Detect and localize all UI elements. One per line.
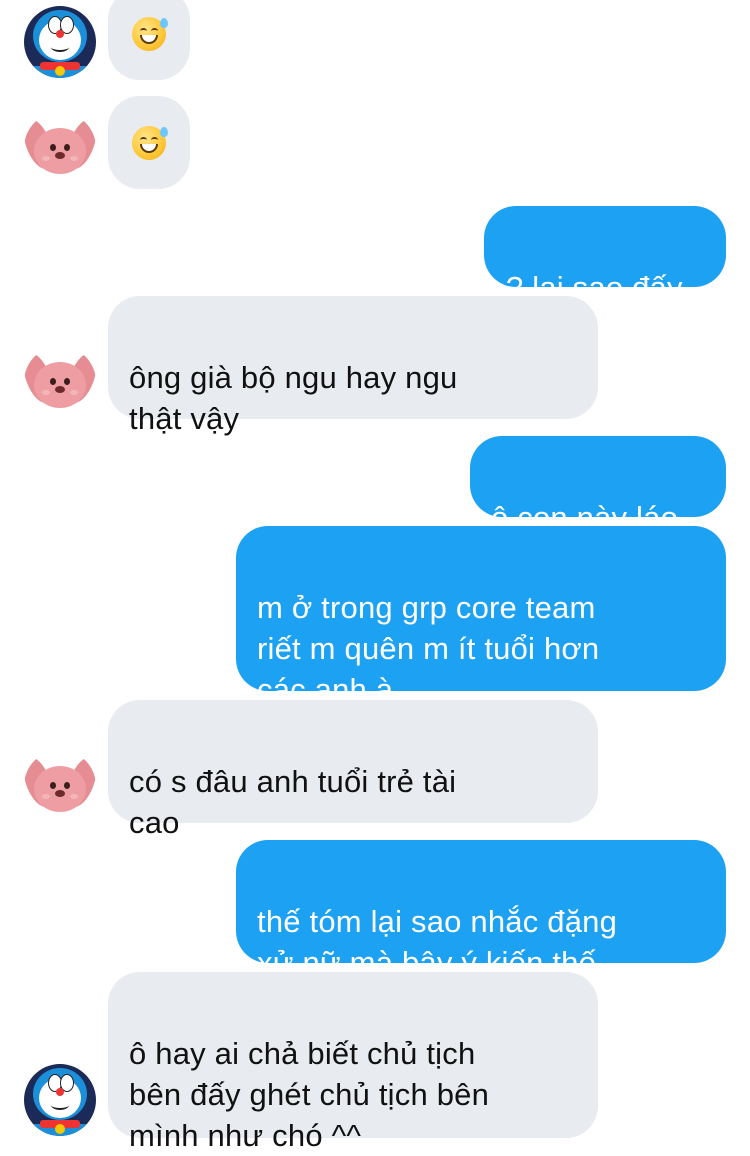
message-text: ông già bộ ngu hay ngu thật vậy <box>129 360 458 436</box>
message-text: ô hay ai chả biết chủ tịch bên đấy ghét … <box>129 1036 490 1153</box>
outgoing-message[interactable]: ô con này láo <box>470 436 726 535</box>
grinning-face-with-sweat-icon <box>132 125 168 160</box>
outgoing-message[interactable]: ? lại sao đấy <box>484 206 726 305</box>
doraemon-avatar[interactable] <box>24 6 96 78</box>
message-text: thế tóm lại sao nhắc đặng xử nữ mà bây ý… <box>257 904 618 980</box>
incoming-message[interactable] <box>108 0 190 80</box>
loopy-avatar[interactable] <box>24 750 96 822</box>
incoming-message[interactable]: ông già bộ ngu hay ngu thật vậy <box>108 296 598 436</box>
incoming-message[interactable]: ô hay ai chả biết chủ tịch bên đấy ghét … <box>108 972 598 1153</box>
message-text: có s đâu anh tuổi trẻ tài cao <box>129 764 457 840</box>
loopy-avatar[interactable] <box>24 112 96 184</box>
outgoing-message[interactable]: thế tóm lại sao nhắc đặng xử nữ mà bây ý… <box>236 840 726 980</box>
message-text: m ở trong grp core team riết m quên m ít… <box>257 590 600 707</box>
incoming-message[interactable]: có s đâu anh tuổi trẻ tài cao <box>108 700 598 840</box>
outgoing-message[interactable]: m ở trong grp core team riết m quên m ít… <box>236 526 726 707</box>
doraemon-avatar[interactable] <box>24 1064 96 1136</box>
incoming-message[interactable] <box>108 96 190 189</box>
grinning-face-with-sweat-icon <box>132 17 168 51</box>
loopy-avatar[interactable] <box>24 346 96 418</box>
